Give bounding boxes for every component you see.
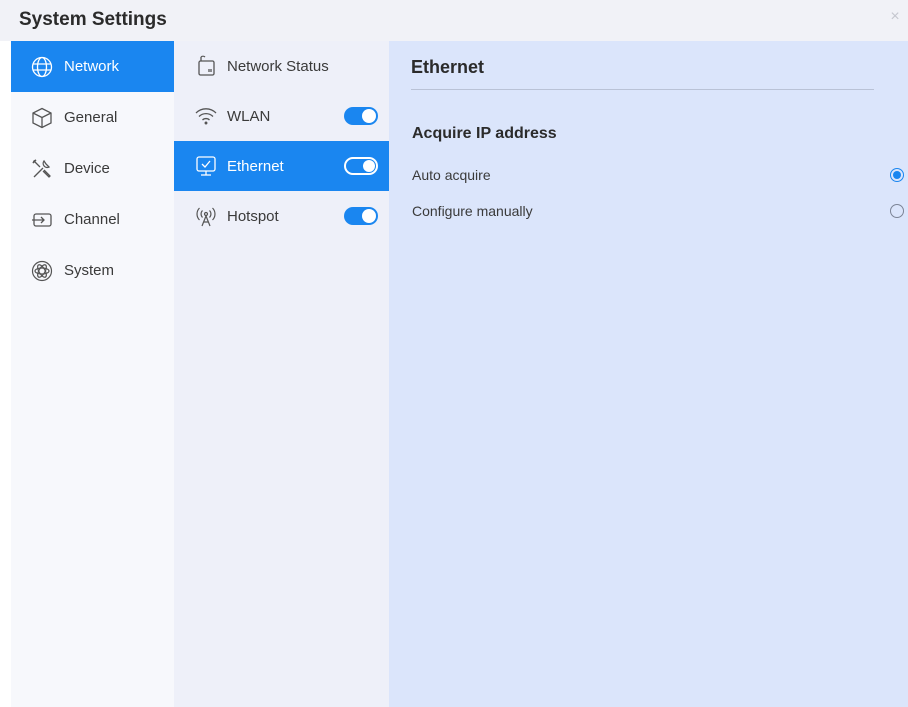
tools-icon — [30, 157, 54, 181]
sidebar-item-label: Device — [64, 160, 110, 177]
atom-icon — [30, 259, 54, 283]
option-label: Configure manually — [412, 203, 533, 219]
input-icon — [30, 208, 54, 232]
close-icon: × — [890, 8, 900, 25]
sidebar-item-label: System — [64, 262, 115, 279]
wlan-toggle[interactable] — [344, 107, 378, 125]
sidebar-item-system[interactable]: System — [11, 245, 174, 296]
submenu-item-network-status[interactable]: Network Status — [174, 41, 389, 91]
submenu-item-label: Network Status — [227, 57, 329, 75]
option-label: Auto acquire — [412, 167, 491, 183]
sidebar-item-general[interactable]: General — [11, 92, 174, 143]
toggle-knob — [362, 109, 376, 123]
sidebar-item-channel[interactable]: Channel — [11, 194, 174, 245]
hotspot-icon — [194, 204, 218, 228]
router-icon — [194, 54, 218, 78]
sidebar-item-label: General — [64, 109, 118, 126]
sidebar-item-network[interactable]: Network — [11, 41, 174, 92]
radio-auto-acquire[interactable] — [890, 168, 904, 182]
wifi-icon — [194, 104, 218, 128]
sidebar-item-label: Network — [64, 58, 120, 75]
sidebar: Network General Device Channel System — [11, 41, 174, 707]
window-edge — [0, 41, 11, 707]
toggle-knob — [362, 209, 376, 223]
section-title: Acquire IP address — [412, 125, 557, 142]
ethernet-toggle[interactable] — [344, 157, 378, 175]
app-title: System Settings — [19, 9, 167, 30]
cube-icon — [30, 106, 54, 130]
ethernet-pane: Ethernet Acquire IP address Auto acquire… — [389, 41, 908, 707]
option-auto-acquire[interactable]: Auto acquire — [389, 160, 908, 190]
toggle-knob — [363, 160, 375, 172]
pane-title: Ethernet — [411, 57, 485, 77]
submenu-item-ethernet[interactable]: Ethernet — [174, 141, 389, 191]
radio-configure-manually[interactable] — [890, 204, 904, 218]
option-configure-manually[interactable]: Configure manually — [389, 196, 908, 226]
hotspot-toggle[interactable] — [344, 207, 378, 225]
sidebar-item-label: Channel — [64, 211, 120, 228]
network-submenu: Network Status WLAN Ethernet Hotspot — [174, 41, 389, 707]
submenu-item-label: Ethernet — [227, 157, 284, 175]
title-bar: System Settings × — [0, 0, 908, 41]
divider — [411, 89, 874, 90]
submenu-item-label: Hotspot — [227, 207, 279, 225]
sidebar-item-device[interactable]: Device — [11, 143, 174, 194]
submenu-item-label: WLAN — [227, 107, 271, 125]
globe-icon — [30, 55, 54, 79]
submenu-item-hotspot[interactable]: Hotspot — [174, 191, 389, 241]
close-button[interactable]: × — [886, 8, 904, 26]
ethernet-icon — [194, 154, 218, 178]
submenu-item-wlan[interactable]: WLAN — [174, 91, 389, 141]
